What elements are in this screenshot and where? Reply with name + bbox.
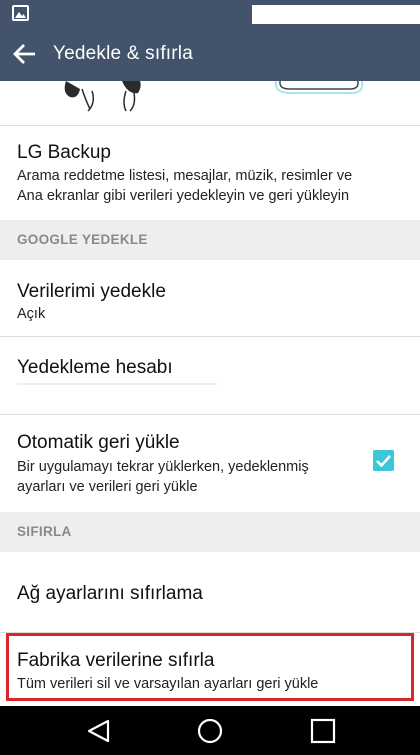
auto-restore-item[interactable]: Otomatik geri yükle Bir uygulamayı tekra…: [0, 415, 420, 512]
section-label: GOOGLE YEDEKLE: [17, 232, 148, 247]
back-arrow-icon[interactable]: [12, 41, 38, 67]
home-circle-icon[interactable]: [197, 718, 223, 744]
backup-account-item[interactable]: Yedekleme hesabı: [0, 337, 420, 414]
section-label: SIFIRLA: [17, 524, 72, 539]
auto-restore-title: Otomatik geri yükle: [17, 432, 180, 453]
recents-square-icon[interactable]: [310, 718, 336, 744]
lg-backup-item[interactable]: LG Backup Arama reddetme listesi, mesajl…: [0, 126, 420, 217]
backup-account-title: Yedekleme hesabı: [17, 357, 173, 378]
settings-screen: Yedekle & sıfırla LG Backup Arama reddet…: [0, 0, 420, 755]
check-icon: [376, 455, 391, 468]
section-header-google-backup: GOOGLE YEDEKLE: [0, 220, 420, 260]
app-bar: Yedekle & sıfırla: [0, 27, 420, 81]
lg-backup-title: LG Backup: [17, 142, 111, 163]
lg-backup-subtitle: Arama reddetme listesi, mesajlar, müzik,…: [17, 168, 353, 204]
navigation-bar: [0, 706, 420, 755]
backup-my-data-item[interactable]: Verilerimi yedekle Açık: [0, 260, 420, 335]
network-reset-title: Ağ ayarlarını sıfırlama: [17, 583, 203, 604]
section-header-reset: SIFIRLA: [0, 512, 420, 552]
backup-my-data-title: Verilerimi yedekle: [17, 281, 166, 302]
backup-my-data-status: Açık: [17, 306, 46, 322]
auto-restore-checkbox[interactable]: [373, 450, 394, 471]
image-icon: [12, 5, 29, 21]
auto-restore-subtitle: Bir uygulamayı tekrar yüklerken, yedekle…: [17, 459, 309, 495]
backup-account-value-redacted: [17, 383, 217, 385]
network-reset-item[interactable]: Ağ ayarlarını sıfırlama: [0, 552, 420, 632]
factory-reset-highlight-box: [6, 633, 414, 701]
page-title: Yedekle & sıfırla: [53, 43, 193, 64]
back-triangle-icon[interactable]: [86, 718, 112, 744]
backup-illustration: [0, 81, 420, 125]
status-bar-redaction: [252, 5, 420, 24]
status-bar: [0, 0, 420, 27]
